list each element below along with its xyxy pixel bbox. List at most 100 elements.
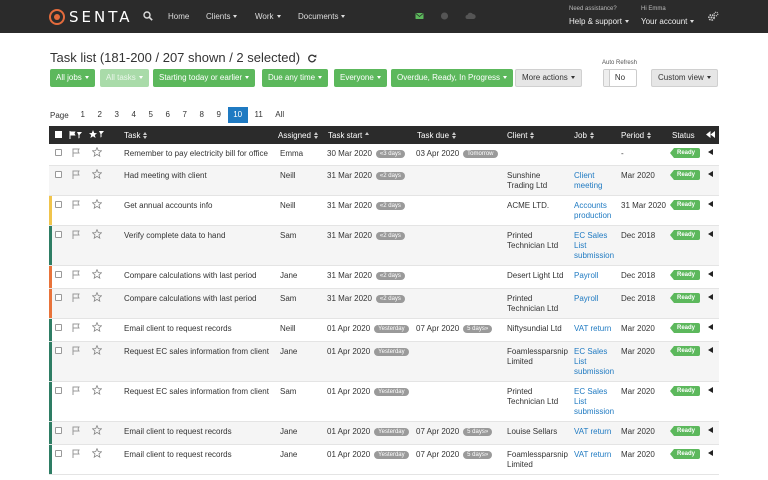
filter-jobs-button[interactable]: All jobs [50, 69, 95, 87]
task-name[interactable]: Remember to pay electricity bill for off… [124, 149, 268, 158]
row-expand-arrow-icon[interactable] [708, 427, 713, 433]
task-name[interactable]: Request EC sales information from client [124, 347, 269, 356]
filter-due-button[interactable]: Due any time [262, 69, 329, 87]
table-row[interactable]: Email client to request records Jane 01 Ap… [49, 445, 719, 475]
row-expand-arrow-icon[interactable] [708, 271, 713, 277]
job-link[interactable]: Client meeting [574, 171, 618, 191]
page-2[interactable]: 2 [92, 107, 108, 123]
task-name[interactable]: Get annual accounts info [124, 201, 213, 210]
job-link[interactable]: VAT return [574, 427, 618, 437]
job-link[interactable]: Accounts production [574, 201, 618, 221]
page-9[interactable]: 9 [211, 107, 227, 123]
select-all-checkbox[interactable] [55, 131, 62, 138]
row-checkbox[interactable] [55, 427, 62, 434]
task-name[interactable]: Compare calculations with last period [124, 271, 257, 280]
flag-icon[interactable] [72, 148, 80, 157]
job-link[interactable]: EC Sales List submission [574, 347, 618, 377]
table-row[interactable]: Email client to request records Neill 01 A… [49, 319, 719, 342]
flag-icon[interactable] [72, 200, 80, 209]
job-link[interactable]: Payroll [574, 294, 618, 304]
star-icon[interactable] [92, 269, 102, 279]
column-period[interactable]: Period [621, 131, 652, 140]
column-client[interactable]: Client [507, 131, 535, 140]
more-actions-button[interactable]: More actions [515, 69, 582, 87]
filter-status-button[interactable]: Overdue, Ready, In Progress [391, 69, 514, 87]
globe-icon[interactable] [440, 12, 449, 20]
senta-logo[interactable]: SENTA [49, 8, 132, 26]
flag-icon[interactable] [72, 426, 80, 435]
row-expand-arrow-icon[interactable] [708, 387, 713, 393]
refresh-icon[interactable] [307, 53, 317, 63]
table-row[interactable]: Compare calculations with last period Jan… [49, 266, 719, 289]
table-row[interactable]: Get annual accounts info Neill 31 Mar 2020… [49, 196, 719, 226]
flag-filter-icon[interactable] [69, 131, 83, 139]
column-job[interactable]: Job [574, 131, 594, 140]
row-expand-arrow-icon[interactable] [708, 201, 713, 207]
filter-tasks-button[interactable]: All tasks [100, 69, 149, 87]
star-icon[interactable] [92, 345, 102, 355]
row-expand-arrow-icon[interactable] [708, 294, 713, 300]
column-status[interactable]: Status [672, 131, 695, 140]
row-expand-arrow-icon[interactable] [708, 149, 713, 155]
task-name[interactable]: Verify complete data to hand [124, 231, 225, 240]
table-row[interactable]: Remember to pay electricity bill for off… [49, 144, 719, 166]
flag-icon[interactable] [72, 170, 80, 179]
auto-refresh-toggle[interactable]: No [603, 69, 637, 87]
page-7[interactable]: 7 [177, 107, 193, 123]
flag-icon[interactable] [72, 230, 80, 239]
filter-assignee-button[interactable]: Everyone [334, 69, 387, 87]
row-checkbox[interactable] [55, 171, 62, 178]
task-name[interactable]: Email client to request records [124, 450, 232, 459]
nav-home[interactable]: Home [168, 12, 189, 21]
row-checkbox[interactable] [55, 387, 62, 394]
table-row[interactable]: Request EC sales information from client… [49, 382, 719, 422]
page-all[interactable]: All [270, 107, 290, 123]
mail-icon[interactable] [415, 12, 424, 20]
row-checkbox[interactable] [55, 347, 62, 354]
table-row[interactable]: Had meeting with client Neill 31 Mar 2020 «… [49, 166, 719, 196]
page-4[interactable]: 4 [126, 107, 142, 123]
task-name[interactable]: Had meeting with client [124, 171, 207, 180]
nav-documents[interactable]: Documents [298, 12, 346, 21]
job-link[interactable]: Payroll [574, 271, 618, 281]
star-icon[interactable] [92, 292, 102, 302]
task-name[interactable]: Email client to request records [124, 324, 232, 333]
flag-icon[interactable] [72, 323, 80, 332]
flag-icon[interactable] [72, 293, 80, 302]
search-icon[interactable] [143, 11, 153, 21]
page-6[interactable]: 6 [160, 107, 176, 123]
nav-work[interactable]: Work [255, 12, 281, 21]
column-assigned[interactable]: Assigned [278, 131, 318, 140]
star-icon[interactable] [92, 385, 102, 395]
table-row[interactable]: Compare calculations with last period Sam… [49, 289, 719, 319]
help-support-menu[interactable]: Help & support [569, 17, 629, 26]
job-link[interactable]: VAT return [574, 324, 618, 334]
collapse-panel-icon[interactable] [706, 131, 715, 138]
page-3[interactable]: 3 [109, 107, 125, 123]
page-11[interactable]: 11 [249, 107, 269, 123]
row-checkbox[interactable] [55, 231, 62, 238]
page-10-current[interactable]: 10 [227, 107, 248, 123]
star-icon[interactable] [92, 448, 102, 458]
table-row[interactable]: Verify complete data to hand Sam 31 Mar 20… [49, 226, 719, 266]
column-task-due[interactable]: Task due [417, 131, 457, 140]
row-checkbox[interactable] [55, 149, 62, 156]
flag-icon[interactable] [72, 270, 80, 279]
row-expand-arrow-icon[interactable] [708, 450, 713, 456]
custom-view-button[interactable]: Custom view [651, 69, 718, 87]
row-checkbox[interactable] [55, 294, 62, 301]
job-link[interactable]: VAT return [574, 450, 618, 460]
row-checkbox[interactable] [55, 271, 62, 278]
star-icon[interactable] [92, 199, 102, 209]
page-8[interactable]: 8 [194, 107, 210, 123]
star-icon[interactable] [92, 229, 102, 239]
job-link[interactable]: EC Sales List submission [574, 387, 618, 417]
row-expand-arrow-icon[interactable] [708, 324, 713, 330]
row-checkbox[interactable] [55, 450, 62, 457]
row-expand-arrow-icon[interactable] [708, 347, 713, 353]
page-1[interactable]: 1 [75, 107, 91, 123]
table-row[interactable]: Request EC sales information from client… [49, 342, 719, 382]
flag-icon[interactable] [72, 346, 80, 355]
flag-icon[interactable] [72, 386, 80, 395]
settings-gear-icon[interactable] [707, 11, 719, 23]
